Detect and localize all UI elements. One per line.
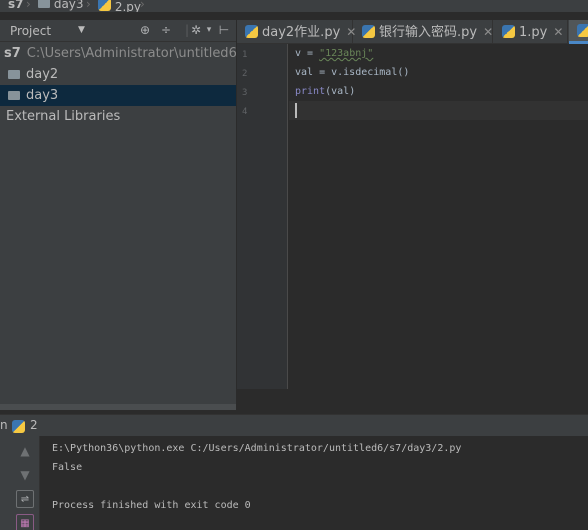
tree-item-label: day3	[26, 88, 59, 103]
code-editor[interactable]: 1 2 3 4 v = "123abnj" val = v.isdecimal(…	[237, 44, 588, 389]
horizontal-scrollbar[interactable]	[0, 404, 236, 410]
console-line: E:\Python36\python.exe C:/Users/Administ…	[52, 443, 462, 454]
close-icon[interactable]: ✕	[483, 25, 493, 39]
console-line: Process finished with exit code 0	[52, 500, 251, 511]
arrow-up-icon[interactable]: ▲	[16, 442, 34, 460]
builtin-keyword: print	[295, 86, 326, 97]
collapse-all-icon[interactable]: ÷	[159, 23, 173, 37]
breadcrumb-item-day3[interactable]: day3	[38, 0, 84, 10]
text-caret	[295, 103, 297, 118]
arrow-down-icon[interactable]: ▼	[16, 466, 34, 484]
close-icon[interactable]: ✕	[553, 25, 563, 39]
sync-icon[interactable]: ⊕	[138, 23, 152, 37]
tree-item-label: s7	[4, 46, 21, 61]
line-number: 3	[242, 88, 248, 98]
folder-icon	[8, 91, 20, 100]
python-file-icon	[12, 420, 25, 433]
chevron-down-icon[interactable]: ▼	[78, 25, 85, 35]
code-line-2: val = v.isdecimal()	[295, 67, 410, 78]
gear-dropdown-icon[interactable]: ▾	[202, 23, 216, 37]
run-console[interactable]: E:\Python36\python.exe C:/Users/Administ…	[40, 436, 588, 530]
string-literal: "123abnj"	[319, 48, 374, 59]
gear-icon[interactable]: ✲	[189, 23, 203, 37]
tab-label: 1.py	[519, 25, 548, 40]
breadcrumb: s7 › day3 › 2.py ›	[0, 0, 588, 12]
run-panel-label: n	[0, 418, 8, 432]
folder-icon	[38, 0, 50, 8]
tree-item-label: day2	[26, 67, 59, 82]
python-file-icon	[362, 25, 375, 38]
tree-item-label: External Libraries	[6, 109, 121, 124]
breadcrumb-separator: ›	[86, 0, 91, 11]
soft-wrap-icon[interactable]: ⇌	[16, 490, 34, 508]
breadcrumb-item-s7[interactable]: s7	[8, 0, 24, 10]
editor-status-area	[237, 389, 588, 410]
current-line-highlight	[289, 101, 588, 120]
tab-label: day2作业.py	[262, 25, 341, 40]
tree-item-day2[interactable]: day2	[0, 64, 236, 85]
ide-window: s7 › day3 › 2.py › Project ▼ ⊕ ÷ | ✲ ▾ ⊢…	[0, 0, 588, 530]
line-number: 1	[242, 50, 248, 60]
breadcrumb-item-file[interactable]: 2.py	[98, 0, 141, 12]
project-view-selector[interactable]: Project	[10, 24, 51, 38]
code-line-3: print(val)	[295, 86, 356, 97]
breadcrumb-separator: ›	[26, 0, 31, 11]
line-number: 2	[242, 69, 248, 79]
run-toolbar: ▲ ▼ ⇌ ▦	[0, 436, 40, 530]
hide-panel-icon[interactable]: ⊢	[217, 23, 231, 37]
tab-day2-homework[interactable]: day2作业.py ✕	[237, 20, 356, 44]
python-file-icon	[245, 25, 258, 38]
python-file-icon	[98, 0, 111, 11]
tab-2-py-active[interactable]	[569, 20, 588, 44]
line-number: 4	[242, 107, 248, 117]
tree-item-day3[interactable]: day3	[0, 85, 236, 106]
breadcrumb-separator: ›	[140, 0, 145, 11]
python-file-icon	[577, 24, 588, 37]
console-line: False	[52, 462, 83, 473]
tab-bank-password[interactable]: 银行输入密码.py ✕	[354, 20, 493, 44]
project-panel: Project ▼ ⊕ ÷ | ✲ ▾ ⊢ s7 C:\Users\Adminis…	[0, 20, 236, 410]
run-panel-header: n 2	[0, 414, 588, 436]
tab-1-py[interactable]: 1.py ✕	[494, 20, 568, 44]
code-line-1: v = "123abnj"	[295, 48, 374, 59]
tree-item-path: C:\Users\Administrator\untitled6\s7	[26, 46, 236, 61]
tab-label: 银行输入密码.py	[379, 25, 478, 40]
python-file-icon	[502, 25, 515, 38]
project-panel-header: Project ▼ ⊕ ÷ | ✲ ▾ ⊢	[0, 20, 236, 42]
tree-item-s7[interactable]: s7 C:\Users\Administrator\untitled6\s7	[0, 43, 236, 64]
line-number-gutter: 1 2 3 4	[237, 44, 288, 389]
folder-icon	[8, 70, 20, 79]
editor-tabs: day2作业.py ✕ 银行输入密码.py ✕ 1.py ✕	[237, 20, 588, 44]
tree-item-external-libraries[interactable]: External Libraries	[0, 106, 236, 127]
print-icon[interactable]: ▦	[16, 514, 34, 530]
run-config-name[interactable]: 2	[30, 418, 38, 432]
